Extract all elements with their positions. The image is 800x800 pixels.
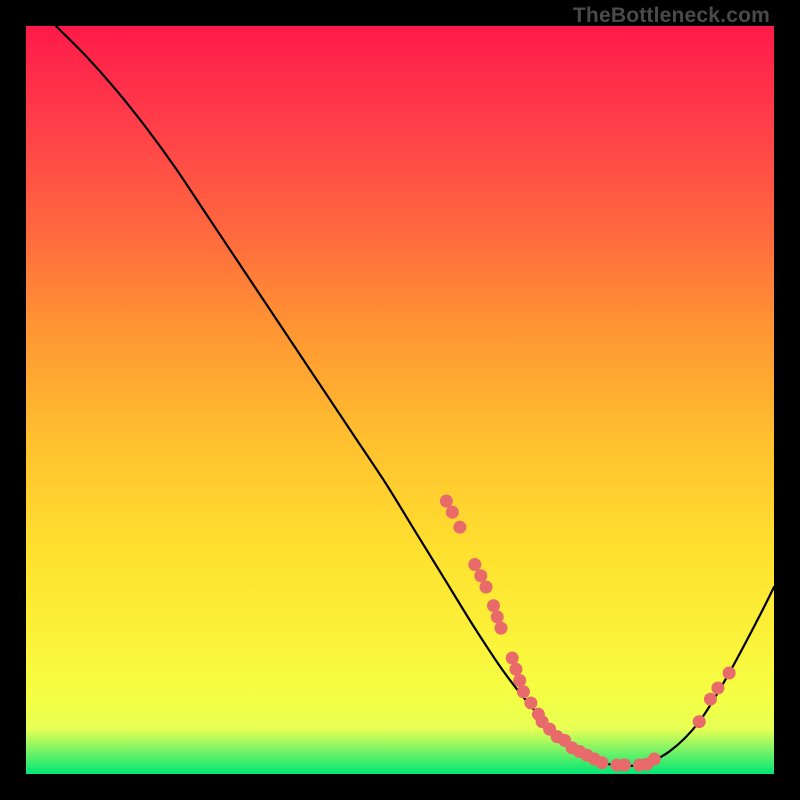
data-point [595,756,608,769]
bottleneck-curve [56,26,774,766]
data-point [693,715,706,728]
data-point [506,652,519,665]
data-point [509,663,522,676]
data-point [618,759,631,772]
data-point [711,681,724,694]
data-point [468,558,481,571]
data-point [453,521,466,534]
data-point [480,581,493,594]
data-point [440,494,453,507]
chart-frame [26,26,774,774]
data-point [487,599,500,612]
data-point [723,667,736,680]
data-point [494,622,507,635]
data-point [474,569,487,582]
data-point [648,753,661,766]
data-point [446,506,459,519]
data-point [517,685,530,698]
data-point [704,693,717,706]
chart-svg [26,26,774,774]
data-point [513,674,526,687]
data-point [524,696,537,709]
data-point [491,610,504,623]
watermark-text: TheBottleneck.com [573,4,770,28]
